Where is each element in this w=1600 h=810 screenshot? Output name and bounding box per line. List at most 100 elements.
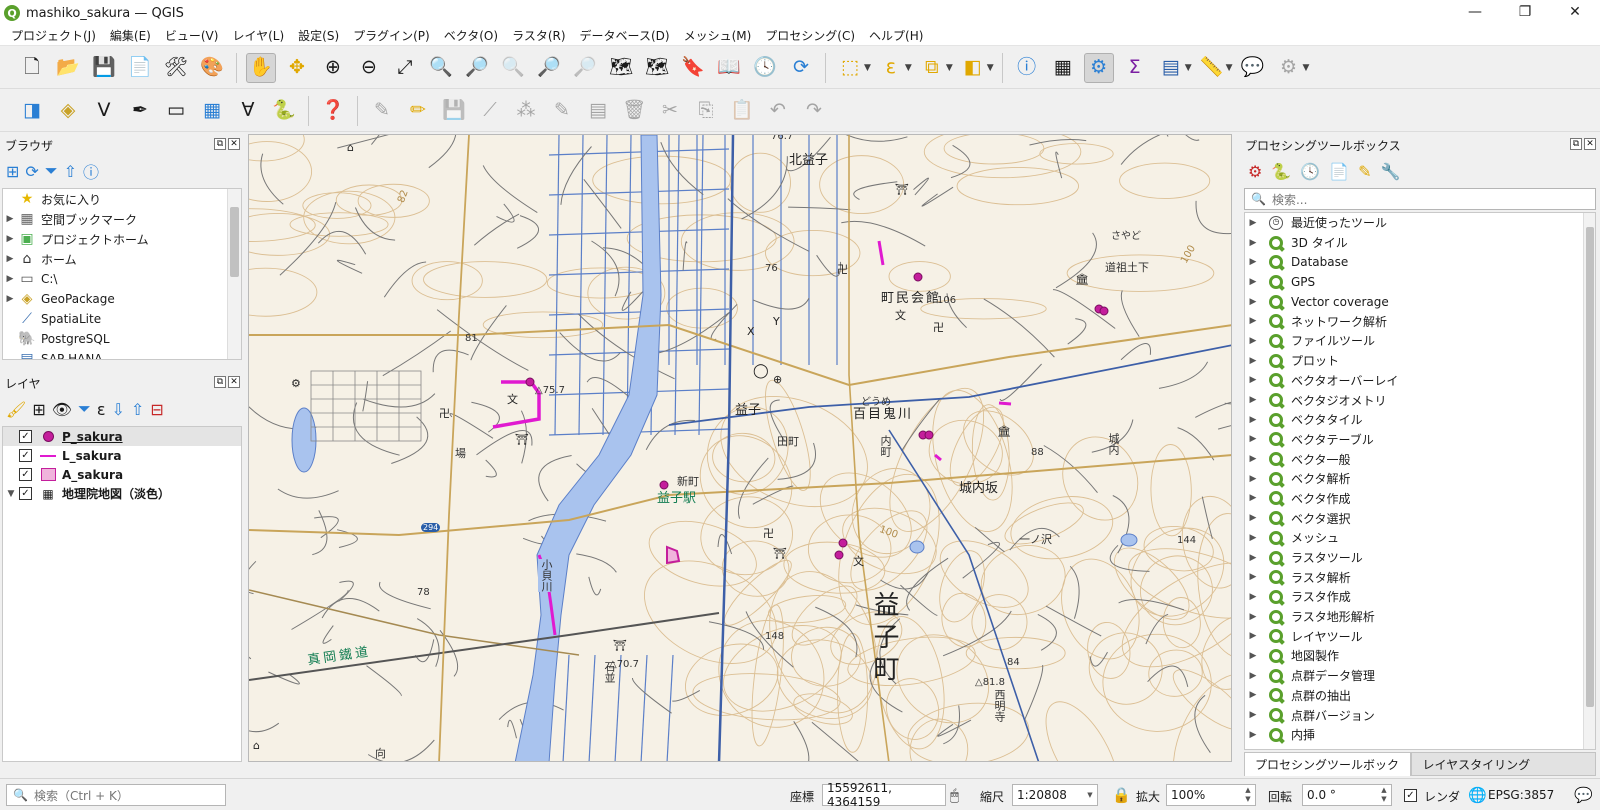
refresh-icon[interactable]: ⟳ (25, 162, 38, 181)
temporal-controller-icon[interactable]: 🕓 (750, 53, 780, 83)
save-edits-icon[interactable]: 💾 (439, 96, 469, 126)
expand-arrow-icon[interactable]: ▶ (1245, 454, 1261, 464)
refresh-icon[interactable]: ⟳ (786, 53, 816, 83)
processing-search-input[interactable]: 🔍 検索... (1244, 188, 1596, 210)
browser-item[interactable]: ⟋ SpatiaLite (3, 309, 241, 329)
expand-arrow-icon[interactable]: ▶ (1245, 395, 1261, 405)
menu-edit[interactable]: 編集(E) (103, 27, 158, 44)
expand-arrow-icon[interactable]: ▶ (1245, 356, 1261, 366)
zoom-in-icon[interactable]: ⊕ (318, 53, 348, 83)
processing-group[interactable]: ▶ ラスタツール (1245, 548, 1595, 568)
select-features-icon[interactable]: ⬚ (835, 53, 865, 83)
filter-icon[interactable]: ⏷ (45, 161, 58, 181)
menu-view[interactable]: ビュー(V) (158, 27, 226, 44)
menu-raster[interactable]: ラスタ(R) (505, 27, 572, 44)
filter-expression-icon[interactable]: ε (97, 400, 106, 419)
new-3d-view-icon[interactable]: 🗺 (642, 53, 672, 83)
browser-scrollbar[interactable] (227, 189, 241, 359)
spatial-bookmark-icon[interactable]: 🔖 (678, 53, 708, 83)
magnifier-spinbox[interactable]: 100% ▲ ▼ (1166, 784, 1256, 806)
expand-arrow-icon[interactable]: ▶ (3, 214, 17, 224)
expand-arrow-icon[interactable]: ▶ (1245, 533, 1261, 543)
settings-icon[interactable]: ⚙ (1274, 53, 1304, 83)
browser-item[interactable]: ▶ ⌂ ホーム (3, 249, 241, 269)
processing-toolbox-icon[interactable]: ⚙ (1083, 52, 1114, 83)
edit-table-icon[interactable]: ▤ (583, 96, 613, 126)
close-button[interactable]: ✕ (1550, 0, 1600, 26)
processing-group[interactable]: ▶ ベクタオーバーレイ (1245, 371, 1595, 391)
chevron-down-icon[interactable]: ▼ (987, 63, 994, 73)
new-gps-layer-icon[interactable]: ∀ (233, 96, 263, 126)
statistical-summary-icon[interactable]: Σ (1120, 53, 1150, 83)
data-source-manager-icon[interactable]: ◨ (17, 96, 47, 126)
open-table-icon[interactable]: ▤ (1156, 53, 1186, 83)
processing-group[interactable]: ▶ ベクタジオメトリ (1245, 390, 1595, 410)
chevron-down-icon[interactable]: ▼ (864, 63, 871, 73)
lock-scale-icon[interactable]: 🔒 (1112, 786, 1131, 804)
close-panel-icon[interactable]: ✕ (1584, 138, 1596, 150)
processing-group[interactable]: ▶ ◷ 最近使ったツール (1245, 213, 1595, 233)
extents-toggle-icon[interactable]: 🖱 (950, 786, 959, 804)
layer-visibility-checkbox[interactable]: ✓ (19, 468, 32, 481)
add-layer-icon[interactable]: ⊞ (6, 162, 19, 181)
cut-features-icon[interactable]: ✂ (655, 96, 685, 126)
chevron-down-icon[interactable]: ▼ (1303, 63, 1310, 73)
browser-item[interactable]: ▶ ◈ GeoPackage (3, 289, 241, 309)
processing-group[interactable]: ▶ 点群データ管理 (1245, 666, 1595, 686)
pan-to-selection-icon[interactable]: ✥ (282, 53, 312, 83)
float-panel-icon[interactable]: ⧉ (214, 138, 226, 150)
close-panel-icon[interactable]: ✕ (228, 138, 240, 150)
expand-arrow-icon[interactable]: ▶ (1245, 277, 1261, 287)
layer-visibility-checkbox[interactable]: ✓ (19, 449, 32, 462)
scripts-icon[interactable]: 🐍 (1271, 162, 1291, 181)
expand-arrow-icon[interactable]: ▶ (1245, 553, 1261, 563)
messages-icon[interactable]: 💬 (1574, 786, 1593, 804)
models-icon[interactable]: ⚙ (1248, 162, 1262, 181)
processing-group[interactable]: ▶ ラスタ作成 (1245, 587, 1595, 607)
layout-manager-icon[interactable]: 🛠 (161, 53, 191, 83)
new-map-view-icon[interactable]: 🗺 (606, 53, 636, 83)
paste-features-icon[interactable]: 📋 (727, 96, 757, 126)
new-shapefile-layer-icon[interactable]: V (89, 96, 119, 126)
processing-group[interactable]: ▶ ベクタ作成 (1245, 489, 1595, 509)
processing-group[interactable]: ▶ プロット (1245, 351, 1595, 371)
processing-group[interactable]: ▶ ベクタ選択 (1245, 508, 1595, 528)
menu-settings[interactable]: 設定(S) (291, 27, 346, 44)
help-contents-icon[interactable]: ❓ (318, 96, 348, 126)
expand-arrow-icon[interactable]: ▶ (1245, 336, 1261, 346)
layer-visibility-checkbox[interactable]: ✓ (19, 430, 32, 443)
select-location-icon[interactable]: ◧ (958, 53, 988, 83)
expand-arrow-icon[interactable]: ▶ (1245, 572, 1261, 582)
add-group-icon[interactable]: ⊞ (32, 400, 45, 419)
deselect-features-icon[interactable]: ⧉ (917, 53, 947, 83)
new-geopackage-layer-icon[interactable]: ◈ (53, 96, 83, 126)
processing-group[interactable]: ▶ ベクタ解析 (1245, 469, 1595, 489)
expand-arrow-icon[interactable]: ▶ (1245, 690, 1261, 700)
processing-group[interactable]: ▶ 3D タイル (1245, 233, 1595, 253)
locator-search-input[interactable]: 🔍 検索（Ctrl + K） (6, 784, 226, 806)
layer-item[interactable]: ▼ ✓ ▦ 地理院地図（淡色） (3, 484, 241, 503)
browser-item[interactable]: ▶ ▭ C:\ (3, 269, 241, 289)
zoom-last-icon[interactable]: 🔎 (534, 53, 564, 83)
expand-arrow-icon[interactable]: ▶ (1245, 710, 1261, 720)
processing-group[interactable]: ▶ Database (1245, 252, 1595, 272)
layer-item[interactable]: ✓ L_sakura (3, 446, 241, 465)
chevron-down-icon[interactable]: ▼ (905, 63, 912, 73)
toggle-editing-icon[interactable]: ✏ (403, 96, 433, 126)
menu-project[interactable]: プロジェクト(J) (4, 27, 103, 44)
layer-item[interactable]: ✓ P_sakura (3, 427, 241, 446)
layer-item[interactable]: ✓ A_sakura (3, 465, 241, 484)
expand-arrow-icon[interactable]: ▶ (3, 294, 17, 304)
menu-layer[interactable]: レイヤ(L) (225, 27, 291, 44)
browser-item[interactable]: ▶ ▦ 空間ブックマーク (3, 209, 241, 229)
collapse-all-icon[interactable]: ⇧ (64, 162, 77, 181)
processing-group[interactable]: ▶ ラスタ解析 (1245, 567, 1595, 587)
current-edits-icon[interactable]: ✎ (367, 96, 397, 126)
filter-legend-icon[interactable]: ⏷ (78, 399, 91, 419)
processing-group[interactable]: ▶ ベクタタイル (1245, 410, 1595, 430)
scale-combobox[interactable]: 1:20808 ▼ (1012, 784, 1098, 806)
coordinate-field[interactable]: 15592611, 4364159 (822, 781, 946, 809)
processing-group[interactable]: ▶ 地図製作 (1245, 646, 1595, 666)
select-by-expression-icon[interactable]: ε (876, 53, 906, 83)
processing-group[interactable]: ▶ レイヤツール (1245, 626, 1595, 646)
